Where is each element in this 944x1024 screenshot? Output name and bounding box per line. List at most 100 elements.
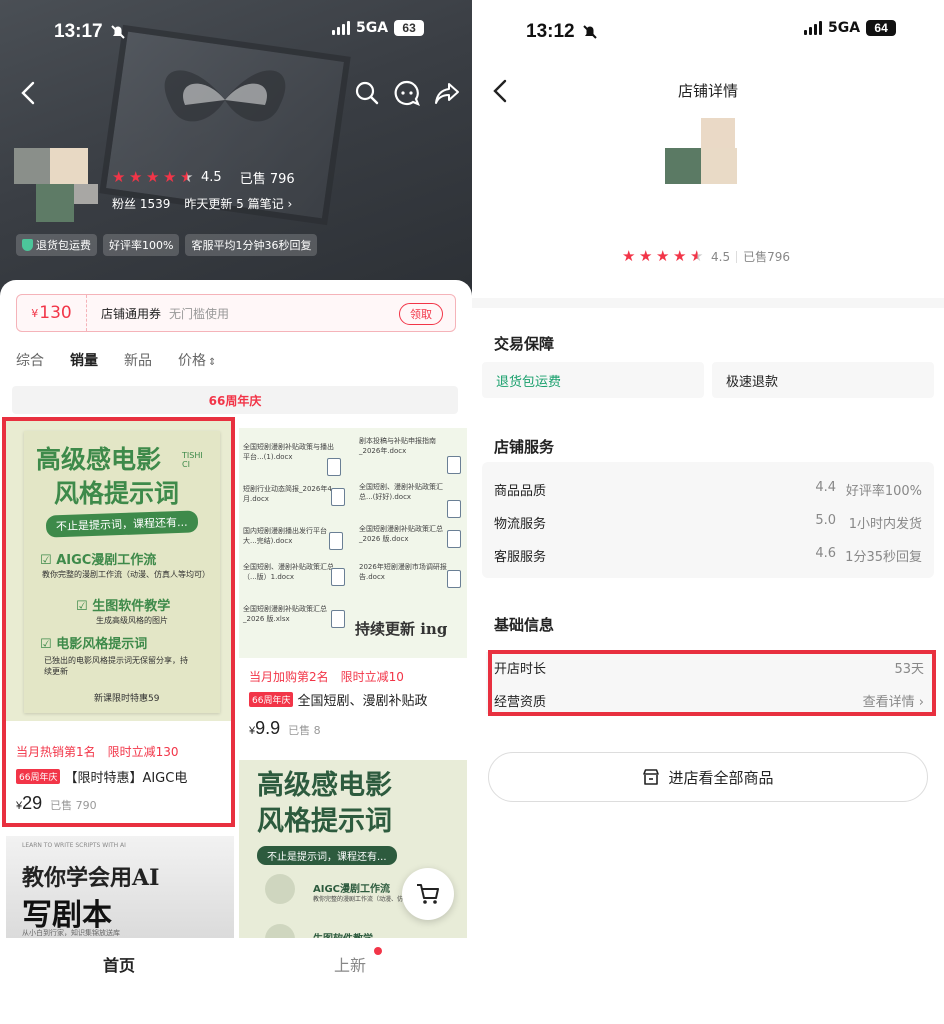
poster-item: ☑ AIGC漫剧工作流 xyxy=(40,553,157,568)
page-title: 店铺详情 xyxy=(677,82,738,100)
doc-file-icon xyxy=(327,458,341,476)
rating-stars: ★ ★ ★ ★ ★ xyxy=(622,249,705,264)
half-star-icon: ★ xyxy=(690,247,704,265)
poster-top-caption: LEARN TO WRITE SCRIPTS WITH AI xyxy=(22,842,126,849)
poster-title: 高级感电影 风格提示词 xyxy=(36,445,180,508)
star-icon: ★ xyxy=(639,247,653,265)
doc-file-icon xyxy=(331,610,345,628)
notification-dot xyxy=(374,947,382,955)
services-panel: 商品品质 4.4 好评率100% 物流服务 5.0 1小时内发货 客服服务 4.… xyxy=(482,462,934,578)
search-icon[interactable] xyxy=(354,80,380,106)
badge-service-response: 客服平均1分钟36秒回复 xyxy=(185,234,318,256)
claim-coupon-button[interactable]: 领取 xyxy=(399,303,443,325)
doc-filename: 剧本投稿与补贴申报指南_2026年.docx xyxy=(359,437,436,455)
tab-home[interactable]: 首页 xyxy=(103,952,135,976)
product-card[interactable]: 高级感电影 风格提示词 TISHI CI 不止是提示词，课程还有... ☑ AIG… xyxy=(6,421,231,823)
status-bar-indicators: 5GA 64 xyxy=(804,20,897,36)
poster-item: AIGC漫剧工作流 xyxy=(313,884,391,895)
coupon-desc: 无门槛使用 xyxy=(169,306,230,321)
product-card[interactable]: LEARN TO WRITE SCRIPTS WITH AI 教你学会用AI 写… xyxy=(6,836,234,940)
sort-toggle-icon: ⇕ xyxy=(208,357,217,368)
shop-details-screen: 13:12 5GA 64 店铺详情 ★ ★ ★ ★ ★ 4.5 已售796 交易… xyxy=(472,0,944,1024)
star-icon: ★ xyxy=(656,247,670,265)
poster-footer: 持续更新 ing xyxy=(355,620,448,638)
mute-bell-icon xyxy=(110,25,125,39)
fans-count: 粉丝 1539 xyxy=(112,197,171,211)
sold-count: 已售 796 xyxy=(239,172,295,187)
service-row: 物流服务 5.0 1小时内发货 xyxy=(494,513,922,532)
battery-icon: 63 xyxy=(394,20,425,36)
star-icon: ★ xyxy=(112,168,126,186)
enter-shop-button[interactable]: 进店看全部商品 xyxy=(488,752,928,802)
half-star-icon: ★ xyxy=(180,168,194,186)
share-icon[interactable] xyxy=(434,80,460,106)
badge-positive-rate: 好评率100% xyxy=(103,234,180,256)
shop-rating-row: ★ ★ ★ ★ ★ 4.5 已售 796 xyxy=(112,168,295,188)
service-row: 商品品质 4.4 好评率100% xyxy=(494,480,922,499)
coupon-name: 店铺通用券 xyxy=(101,306,162,321)
doc-file-icon xyxy=(447,570,461,588)
service-row: 客服服务 4.6 1分35秒回复 xyxy=(494,546,922,565)
status-bar-indicators: 5GA 63 xyxy=(332,20,425,36)
anniversary-banner[interactable]: 66周年庆 xyxy=(12,386,458,414)
doc-file-icon xyxy=(331,568,345,586)
shop-coupon[interactable]: ¥130 店铺通用券 无门槛使用 领取 xyxy=(16,294,456,332)
poster-item-sub: 生成高级风格的图片 xyxy=(96,616,168,625)
star-icon: ★ xyxy=(129,168,143,186)
tab-comprehensive[interactable]: 综合 xyxy=(16,350,44,370)
doc-filename: 全国短剧漫剧补贴政策汇总_2026 版.docx xyxy=(359,525,443,543)
doc-file-icon xyxy=(447,530,461,548)
rating-value: 4.5 xyxy=(711,249,731,264)
chat-icon[interactable] xyxy=(394,80,420,106)
poster-item-sub: 教你完整的漫剧工作流（动漫、仿真人等均可） xyxy=(42,570,210,579)
doc-filename: 国内短剧漫剧播出发行平台大...完结).docx xyxy=(243,527,327,545)
tab-new-arrivals[interactable]: 上新 xyxy=(334,952,366,976)
basic-info-title: 基础信息 xyxy=(494,616,555,634)
guarantee-fast-refund: 极速退款 xyxy=(712,362,934,398)
tab-new[interactable]: 新品 xyxy=(124,350,152,370)
poster-subtitle: 从小白到行家，知识集锦放送库 xyxy=(22,929,120,937)
poster-title: 高级感电影 风格提示词 xyxy=(257,770,392,837)
cart-icon xyxy=(417,884,439,904)
product-card[interactable]: 全国短剧漫剧补贴政策与播出平台...(1).docx 剧本投稿与补贴申报指南_2… xyxy=(239,428,467,748)
update-note-link[interactable]: 昨天更新 5 篇笔记 › xyxy=(184,195,292,212)
network-label: 5GA xyxy=(828,20,861,36)
doc-filename: 全国短剧漫剧补贴政策与播出平台...(1).docx xyxy=(243,443,334,461)
poster-corner: TISHI CI xyxy=(182,451,203,469)
header-actions xyxy=(354,80,460,106)
doc-file-icon xyxy=(329,532,343,550)
network-label: 5GA xyxy=(356,20,389,36)
product-price-line: ¥29 已售 790 xyxy=(16,793,97,813)
chevron-right-icon: › xyxy=(287,197,293,211)
poster-footer: 新课限时特惠59 xyxy=(94,694,160,704)
battery-icon: 64 xyxy=(866,20,897,36)
doc-file-icon xyxy=(447,500,461,518)
doc-filename: 全国短剧、漫剧补贴政策汇总（...版）1.docx xyxy=(243,563,334,581)
section-divider xyxy=(472,298,944,308)
product-title: 66周年庆 全国短剧、漫剧补贴政 xyxy=(249,690,463,709)
back-icon[interactable] xyxy=(18,80,40,106)
shop-badges: 退货包运费 好评率100% 客服平均1分钟36秒回复 xyxy=(16,234,318,256)
sold-count: 已售796 xyxy=(743,250,790,264)
product-image: 高级感电影 风格提示词 TISHI CI 不止是提示词，课程还有... ☑ AIG… xyxy=(6,421,231,721)
status-bar-time: 13:12 xyxy=(526,18,599,46)
product-image: 全国短剧漫剧补贴政策与播出平台...(1).docx 剧本投稿与补贴申报指南_2… xyxy=(239,428,467,658)
product-price-line: ¥9.9 已售 8 xyxy=(249,718,321,738)
shop-avatar[interactable] xyxy=(14,148,110,222)
signal-icon xyxy=(804,21,822,35)
tab-sales[interactable]: 销量 xyxy=(70,350,98,370)
product-title: 66周年庆 【限时特惠】AIGC电 xyxy=(16,767,226,786)
doc-file-icon xyxy=(447,456,461,474)
star-icon: ★ xyxy=(163,168,177,186)
guarantee-return-shipping: 退货包运费 xyxy=(482,362,704,398)
product-rank-line: 当月加购第2名 限时立减10 xyxy=(249,670,404,684)
cart-button[interactable] xyxy=(402,868,454,920)
poster-item: ☑ 生图软件教学 xyxy=(76,599,171,614)
product-image: LEARN TO WRITE SCRIPTS WITH AI 教你学会用AI 写… xyxy=(6,836,234,940)
shop-stats-row: 粉丝 1539 昨天更新 5 篇笔记 › xyxy=(112,195,292,212)
poster-video-icon xyxy=(265,874,295,904)
poster-title: 教你学会用AI xyxy=(22,865,160,891)
tab-price[interactable]: 价格 ⇕ xyxy=(178,350,216,370)
rating-stars: ★ ★ ★ ★ ★ xyxy=(112,170,195,185)
shield-icon xyxy=(22,239,33,251)
